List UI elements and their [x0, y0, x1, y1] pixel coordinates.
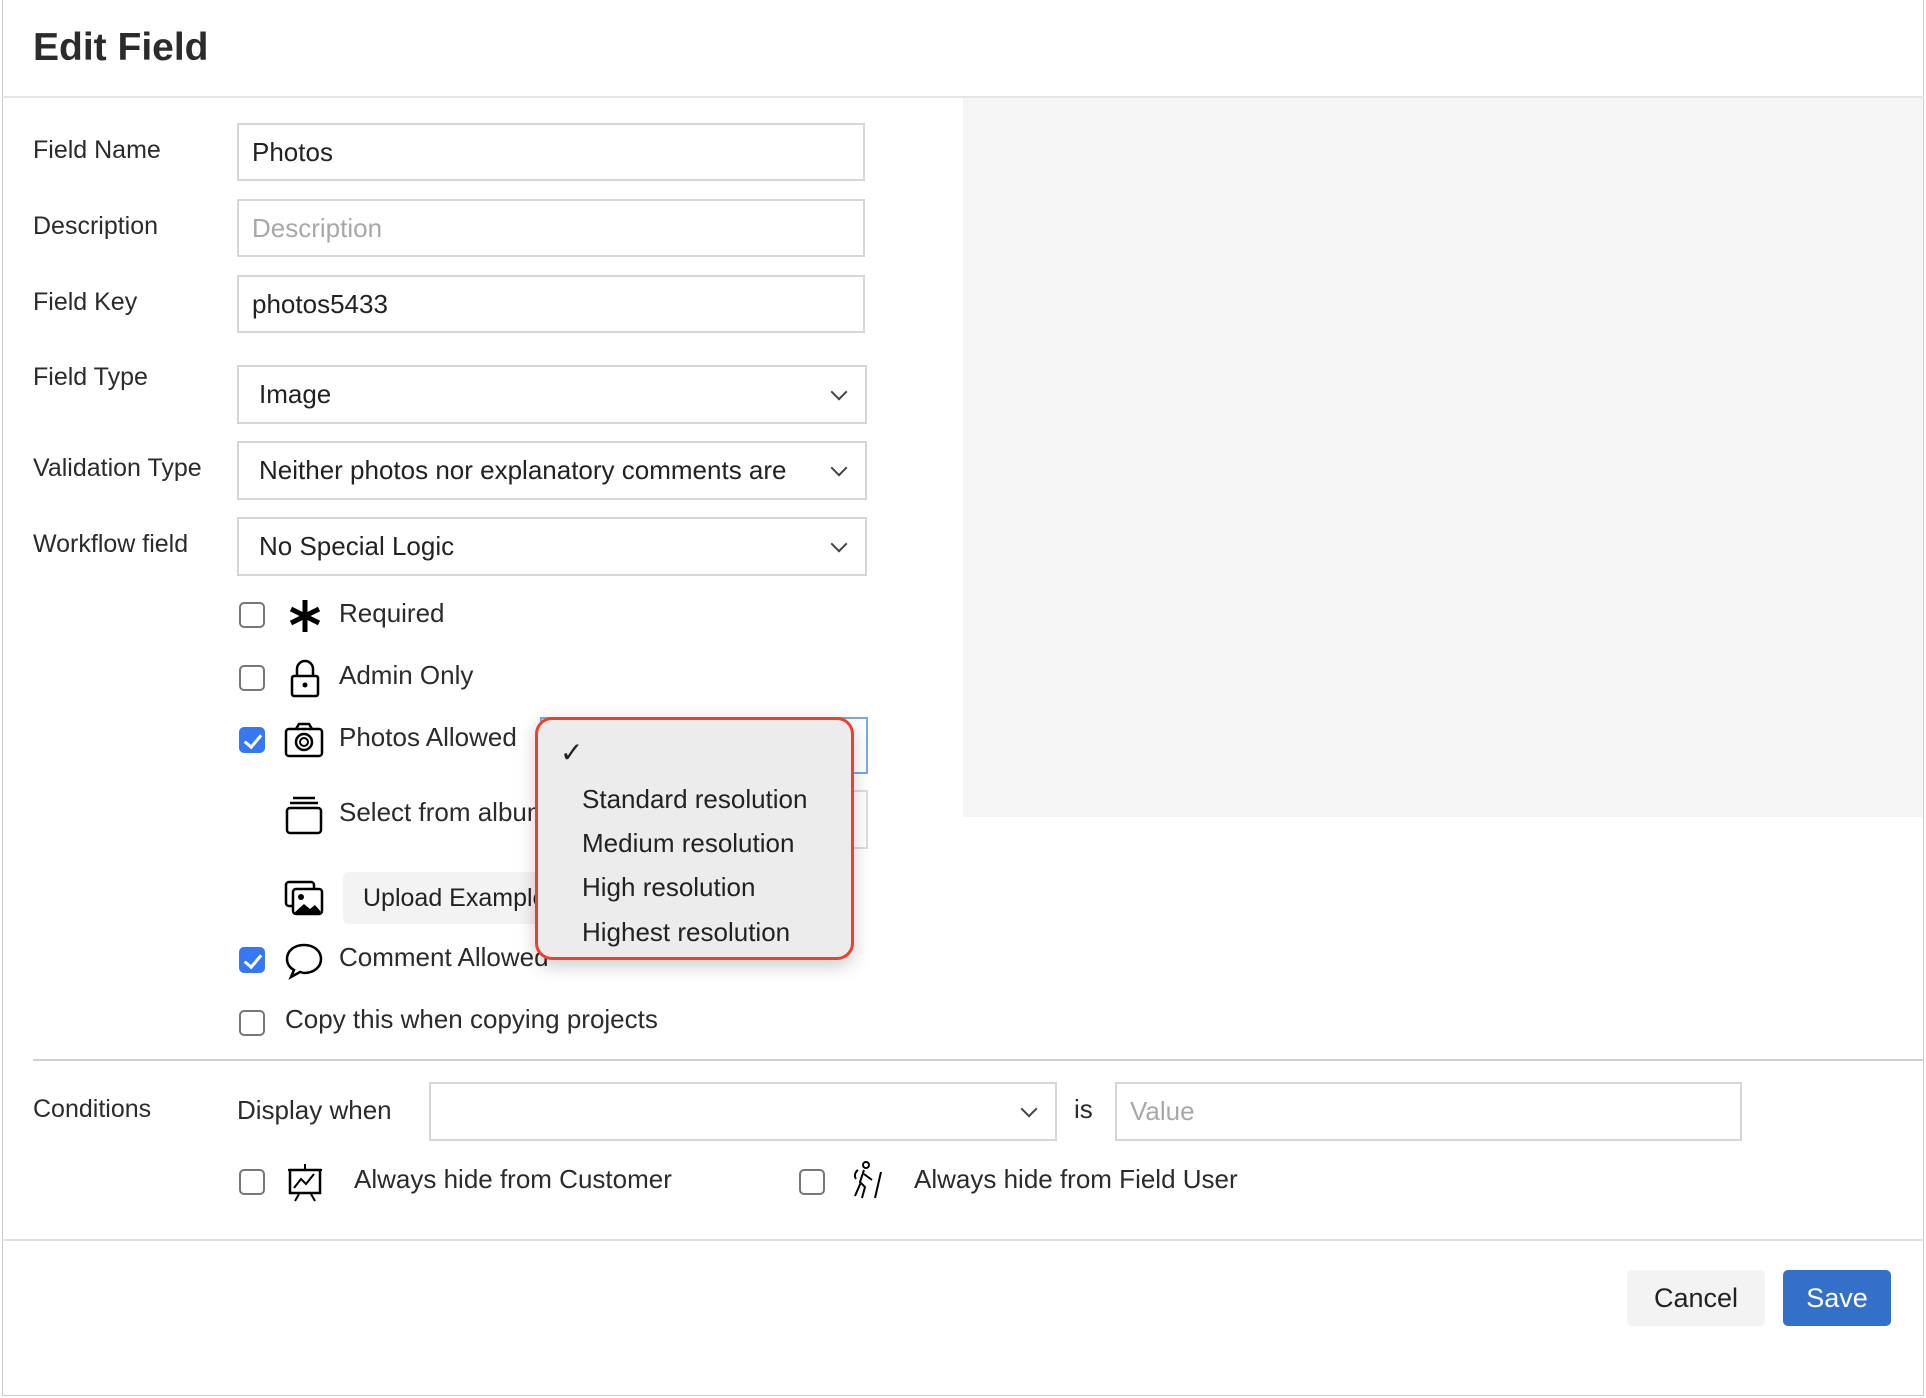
comment-allowed-checkbox[interactable] — [239, 947, 265, 973]
album-icon — [285, 796, 323, 835]
field-name-input[interactable]: Photos — [237, 123, 865, 181]
save-button[interactable]: Save — [1783, 1270, 1891, 1326]
condition-field-select[interactable] — [429, 1082, 1057, 1141]
presentation-icon — [288, 1164, 322, 1202]
lock-icon — [290, 659, 320, 698]
admin-only-checkbox[interactable] — [239, 665, 265, 691]
chevron-down-icon — [830, 459, 848, 476]
description-input[interactable]: Description — [237, 199, 865, 257]
resolution-dropdown-menu: ✓ Standard resolution Medium resolution … — [535, 717, 854, 960]
hide-customer-checkbox[interactable] — [239, 1169, 265, 1195]
field-type-select[interactable]: Image — [237, 365, 867, 424]
description-label: Description — [33, 212, 159, 240]
preview-panel — [963, 98, 1923, 817]
field-key-label: Field Key — [33, 288, 138, 316]
chevron-down-icon — [830, 383, 848, 400]
required-checkbox[interactable] — [239, 602, 265, 628]
check-icon[interactable]: ✓ — [560, 736, 583, 769]
conditions-label: Conditions — [33, 1095, 152, 1123]
cancel-button[interactable]: Cancel — [1627, 1270, 1765, 1326]
chevron-down-icon — [830, 535, 848, 552]
required-label: Required — [339, 598, 445, 628]
hiker-icon — [853, 1161, 882, 1199]
speech-bubble-icon — [285, 943, 323, 980]
photos-allowed-checkbox[interactable] — [239, 727, 265, 753]
comment-allowed-label: Comment Allowed — [339, 942, 549, 972]
validation-type-label: Validation Type — [33, 454, 202, 482]
display-when-label: Display when — [237, 1095, 392, 1125]
workflow-field-select[interactable]: No Special Logic — [237, 517, 867, 576]
validation-type-value: Neither photos nor explanatory comments … — [259, 455, 787, 485]
menu-item-highest[interactable]: Highest resolution — [582, 917, 790, 948]
hide-field-user-checkbox[interactable] — [799, 1169, 825, 1195]
field-type-value: Image — [259, 379, 332, 409]
select-album-label: Select from album — [339, 797, 549, 827]
validation-type-select[interactable]: Neither photos nor explanatory comments … — [237, 441, 867, 500]
field-name-label: Field Name — [33, 136, 161, 164]
workflow-field-label: Workflow field — [33, 530, 189, 558]
is-label: is — [1074, 1094, 1093, 1124]
hide-customer-label: Always hide from Customer — [354, 1164, 672, 1194]
admin-only-label: Admin Only — [339, 660, 474, 690]
hide-field-user-label: Always hide from Field User — [914, 1164, 1238, 1194]
chevron-down-icon — [1020, 1100, 1038, 1117]
workflow-field-value: No Special Logic — [259, 531, 455, 561]
photos-allowed-label: Photos Allowed — [339, 722, 517, 752]
camera-icon — [284, 722, 324, 758]
menu-item-high[interactable]: High resolution — [582, 872, 755, 903]
footer-divider — [2, 1239, 1924, 1241]
copy-projects-label: Copy this when copying projects — [285, 1004, 658, 1034]
section-divider — [33, 1059, 1924, 1061]
menu-item-standard[interactable]: Standard resolution — [582, 784, 807, 815]
condition-value-input[interactable]: Value — [1115, 1082, 1742, 1141]
field-type-label: Field Type — [33, 363, 148, 391]
field-key-input[interactable]: photos5433 — [237, 275, 865, 333]
dialog-title: Edit Field — [33, 26, 209, 69]
menu-item-medium[interactable]: Medium resolution — [582, 828, 794, 859]
copy-projects-checkbox[interactable] — [239, 1010, 265, 1036]
asterisk-icon — [289, 600, 321, 632]
images-icon — [284, 880, 324, 916]
